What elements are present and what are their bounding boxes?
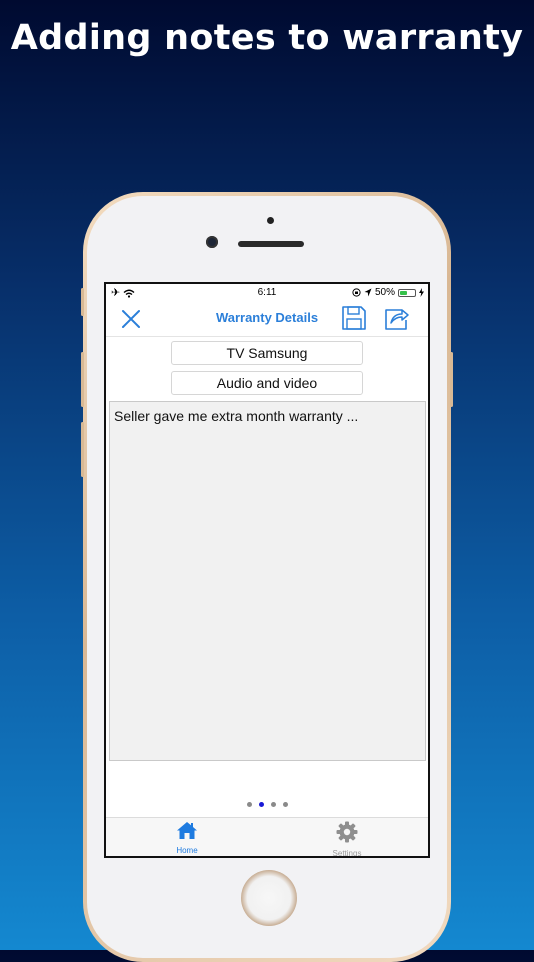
page-dot[interactable]: [282, 802, 288, 807]
save-icon[interactable]: [340, 304, 368, 332]
battery-percent: 50%: [374, 287, 395, 298]
battery-icon: [398, 288, 416, 297]
tab-settings-label: Settings: [332, 849, 362, 858]
page-title: Warranty Details: [215, 310, 319, 325]
gear-icon: [336, 821, 358, 843]
power-button: [450, 352, 453, 407]
charging-icon: [419, 288, 424, 297]
battery-level: [400, 290, 407, 295]
home-icon: [177, 822, 197, 839]
page-indicator[interactable]: [106, 802, 428, 807]
page-dot[interactable]: [270, 802, 276, 807]
page-dot[interactable]: [246, 802, 252, 807]
tab-home[interactable]: Home: [157, 821, 217, 855]
home-hardware-button[interactable]: [241, 870, 297, 926]
tab-settings[interactable]: Settings: [317, 821, 377, 858]
product-name-field[interactable]: TV Samsung: [171, 341, 363, 365]
volume-up-button: [81, 352, 84, 407]
volume-down-button: [81, 422, 84, 477]
share-icon[interactable]: [382, 304, 410, 332]
earpiece-speaker: [238, 241, 304, 247]
category-field[interactable]: Audio and video: [171, 371, 363, 395]
orientation-lock-icon: [352, 288, 361, 297]
notes-textarea[interactable]: Seller gave me extra month warranty ...: [109, 401, 426, 761]
app-screen: ✈ 6:11 50% Warranty Details TV Samsung A…: [104, 282, 430, 858]
status-bar: ✈ 6:11 50%: [106, 284, 428, 302]
status-right: 50%: [352, 287, 424, 298]
front-camera: [206, 236, 218, 248]
headline: Adding notes to warranty: [10, 18, 524, 58]
nav-bar: Warranty Details: [106, 302, 428, 337]
location-icon: [364, 288, 372, 297]
sensor-dot: [267, 217, 274, 224]
tab-home-label: Home: [176, 846, 198, 855]
mute-switch: [81, 288, 84, 316]
page-dot[interactable]: [258, 802, 264, 807]
tab-bar: Home Settings: [106, 817, 428, 856]
